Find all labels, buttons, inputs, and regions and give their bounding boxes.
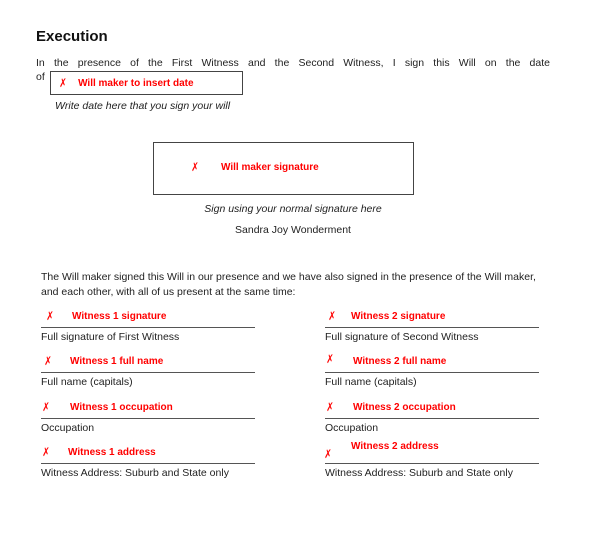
- field-placeholder: Witness 2 occupation: [353, 402, 456, 413]
- signature-line: [41, 418, 255, 419]
- x-mark-icon: ✗: [42, 445, 50, 459]
- x-mark-icon: ✗: [44, 354, 52, 368]
- x-mark-icon: ✗: [326, 352, 334, 366]
- field-placeholder: Witness 1 occupation: [70, 402, 173, 413]
- field-label: Occupation: [41, 422, 95, 434]
- field-placeholder: Witness 1 address: [68, 447, 156, 458]
- witness-2-name-field[interactable]: ✗ Witness 2 full name Full name (capital…: [325, 352, 539, 400]
- field-label: Full name (capitals): [325, 376, 417, 388]
- x-mark-icon: ✗: [191, 160, 199, 174]
- field-label: Full signature of First Witness: [41, 331, 180, 343]
- signature-line: [41, 327, 255, 328]
- field-placeholder: Witness 1 signature: [72, 311, 167, 322]
- witness-1-occupation-field[interactable]: ✗ Witness 1 occupation Occupation: [41, 400, 255, 446]
- section-heading: Execution: [36, 28, 108, 45]
- signature-placeholder: Will maker signature: [221, 162, 319, 173]
- signer-name: Sandra Joy Wonderment: [235, 224, 351, 236]
- field-placeholder: Witness 1 full name: [70, 356, 164, 367]
- witness-2-occupation-field[interactable]: ✗ Witness 2 occupation Occupation: [325, 400, 539, 446]
- witness-1-signature-field[interactable]: ✗ Witness 1 signature Full signature of …: [41, 309, 255, 355]
- x-mark-icon: ✗: [328, 309, 336, 323]
- field-placeholder: Witness 2 full name: [353, 356, 447, 367]
- signature-hint: Sign using your normal signature here: [204, 203, 382, 215]
- witness-1-name-field[interactable]: ✗ Witness 1 full name Full name (capital…: [41, 354, 255, 400]
- signature-line: [41, 463, 255, 464]
- x-mark-icon: ✗: [46, 309, 54, 323]
- signature-line: [41, 372, 255, 373]
- field-label: Witness Address: Suburb and State only: [41, 467, 229, 479]
- witness-statement: The Will maker signed this Will in our p…: [41, 271, 536, 298]
- witness-1-address-field[interactable]: ✗ Witness 1 address Witness Address: Sub…: [41, 445, 255, 491]
- field-placeholder: Witness 2 signature: [351, 311, 446, 322]
- date-placeholder: Will maker to insert date: [78, 77, 194, 89]
- field-label: Full signature of Second Witness: [325, 331, 479, 343]
- field-label: Full name (capitals): [41, 376, 133, 388]
- signature-line: [325, 372, 539, 373]
- signature-line: [325, 418, 539, 419]
- x-mark-icon: ✗: [59, 76, 67, 90]
- field-label: Witness Address: Suburb and State only: [325, 467, 513, 479]
- x-mark-icon: ✗: [42, 400, 50, 414]
- field-placeholder: Witness 2 address: [351, 441, 439, 452]
- intro-text: In the presence of the First Witness and…: [36, 57, 550, 69]
- date-hint: Write date here that you sign your will: [55, 100, 231, 112]
- witness-2-address-field[interactable]: ✗ Witness 2 address Witness Address: Sub…: [324, 441, 539, 491]
- date-field[interactable]: ✗ Will maker to insert date: [50, 71, 243, 95]
- x-mark-icon: ✗: [324, 447, 332, 461]
- x-mark-icon: ✗: [326, 400, 334, 414]
- field-label: Occupation: [325, 422, 379, 434]
- signature-line: [325, 327, 539, 328]
- signature-line: [325, 463, 539, 464]
- witness-2-signature-field[interactable]: ✗ Witness 2 signature Full signature of …: [325, 309, 539, 355]
- intro-of: of: [36, 71, 45, 83]
- will-maker-signature-field[interactable]: ✗ Will maker signature: [153, 142, 414, 195]
